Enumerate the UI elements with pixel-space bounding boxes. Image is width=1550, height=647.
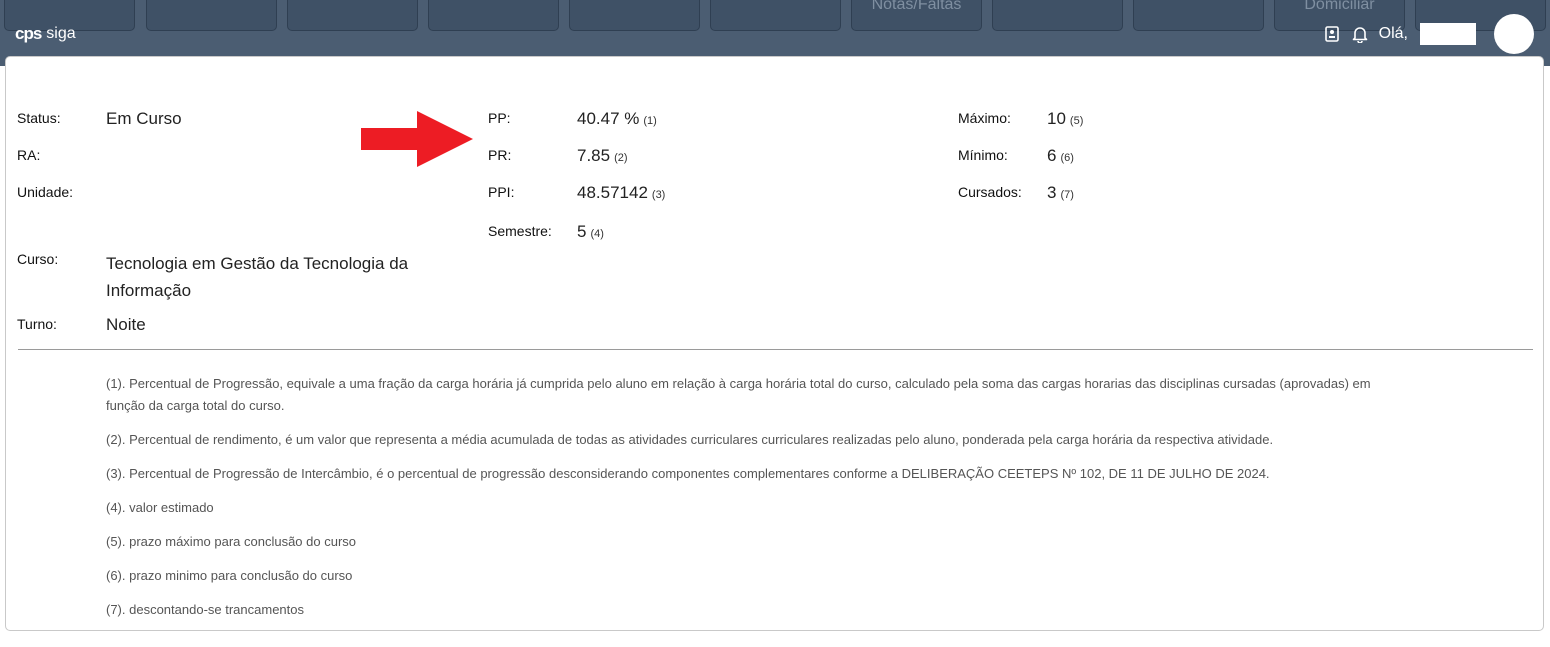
status-value: Em Curso — [106, 109, 182, 128]
ppi-number: 48.57142 — [577, 183, 648, 202]
minimo-footnote-ref: (6) — [1060, 152, 1074, 164]
footnote-1: (1). Percentual de Progressão, equivale … — [106, 373, 1526, 417]
footnote-2: (2). Percentual de rendimento, é um valo… — [106, 432, 1274, 447]
nav-tab-5[interactable] — [569, 0, 700, 31]
footnote-5: (5). prazo máximo para conclusão do curs… — [106, 534, 357, 549]
user-area: Olá, — [1323, 14, 1534, 54]
pp-footnote-ref: (1) — [643, 115, 657, 127]
pr-number: 7.85 — [577, 146, 611, 165]
semestre-number: 5 — [577, 222, 587, 241]
student-summary-card: Status: Em Curso RA: Unidade: Curso: Tec… — [5, 56, 1544, 631]
curso-value-line1: Tecnologia em Gestão da Tecnologia da — [106, 254, 409, 273]
pp-label: PP: — [488, 110, 511, 126]
curso-value: Tecnologia em Gestão da Tecnologia da In… — [106, 250, 408, 304]
nav-tab-notas-faltas[interactable]: Notas/Faltas — [851, 0, 982, 31]
ppi-footnote-ref: (3) — [651, 189, 666, 201]
minimo-label: Mínimo: — [958, 147, 1008, 163]
maximo-footnote-ref: (5) — [1069, 115, 1084, 127]
semestre-footnote-ref: (4) — [590, 228, 604, 240]
section-divider — [18, 349, 1533, 350]
maximo-value: 10 (5) — [1047, 109, 1083, 129]
brand-logo[interactable]: cps siga — [15, 24, 76, 44]
pr-label: PR: — [488, 147, 512, 163]
curso-label: Curso: — [17, 251, 59, 267]
pp-number: 40.47 % — [577, 109, 640, 128]
ra-label: RA: — [17, 147, 41, 163]
maximo-number: 10 — [1047, 109, 1066, 128]
brand-name: siga — [46, 25, 76, 42]
minimo-value: 6 (6) — [1047, 146, 1074, 166]
turno-label: Turno: — [17, 316, 57, 332]
cps-logo: cps — [15, 24, 42, 43]
nav-tab-9[interactable] — [1133, 0, 1264, 31]
footnote-4: (4). valor estimado — [106, 500, 214, 515]
greeting-text: Olá, — [1378, 25, 1408, 42]
maximo-label: Máximo: — [958, 110, 1011, 126]
avatar[interactable] — [1494, 14, 1534, 54]
minimo-number: 6 — [1047, 146, 1057, 165]
curso-value-line2: Informação — [106, 281, 192, 300]
footnote-3: (3). Percentual de Progressão de Intercâ… — [106, 466, 1270, 481]
status-label: Status: — [17, 110, 61, 126]
ppi-label: PPI: — [488, 184, 515, 200]
turno-value: Noite — [106, 315, 146, 334]
nav-tab-4[interactable] — [428, 0, 559, 31]
cursados-label: Cursados: — [958, 184, 1022, 200]
red-arrow-annotation — [361, 111, 473, 167]
footnote-7: (7). descontando-se trancamentos — [106, 602, 304, 617]
ppi-value: 48.57142 (3) — [577, 183, 665, 203]
unidade-label: Unidade: — [17, 184, 74, 200]
nav-tab-6[interactable] — [710, 0, 841, 31]
nav-tab-3[interactable] — [287, 0, 418, 31]
cursados-value: 3 (7) — [1047, 183, 1074, 203]
pr-value: 7.85 (2) — [577, 146, 628, 166]
footnote-1-line2: função da carga total do curso. — [106, 398, 285, 413]
semestre-label: Semestre: — [488, 223, 552, 239]
cursados-footnote-ref: (7) — [1060, 189, 1074, 201]
cursados-number: 3 — [1047, 183, 1057, 202]
footnote-6: (6). prazo minimo para conclusão do curs… — [106, 568, 353, 583]
redacted-username — [1420, 23, 1476, 45]
pr-footnote-ref: (2) — [614, 152, 628, 164]
contact-card-icon[interactable] — [1323, 25, 1341, 43]
semestre-value: 5 (4) — [577, 222, 604, 242]
nav-tab-2[interactable] — [146, 0, 277, 31]
pp-value: 40.47 % (1) — [577, 109, 657, 129]
nav-tab-8[interactable] — [992, 0, 1123, 31]
bell-icon[interactable] — [1351, 25, 1369, 43]
footnote-1-line1: (1). Percentual de Progressão, equivale … — [106, 376, 1371, 391]
